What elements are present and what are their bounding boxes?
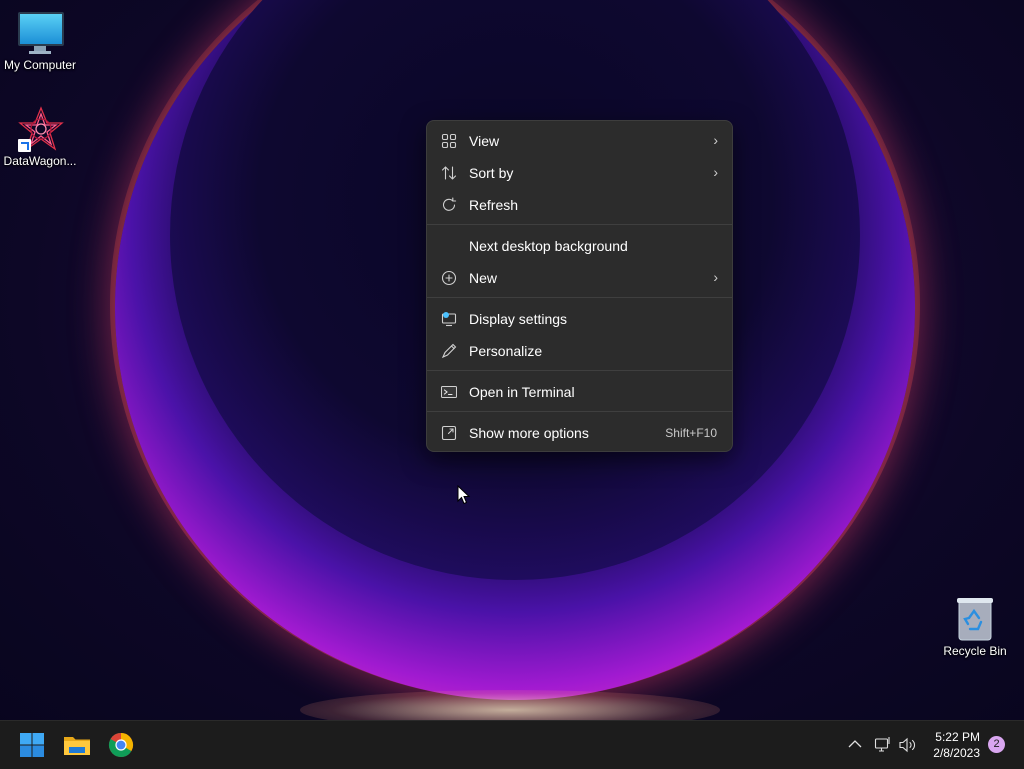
tray-volume[interactable]	[895, 721, 921, 769]
clock-date: 2/8/2023	[933, 746, 980, 760]
menu-item-new[interactable]: New ›	[431, 263, 728, 293]
folder-icon	[64, 737, 90, 755]
taskbar-start-button[interactable]	[16, 729, 48, 761]
menu-item-label: View	[469, 133, 500, 149]
pen-icon	[441, 343, 457, 359]
refresh-icon	[442, 197, 457, 211]
menu-item-label: Open in Terminal	[469, 384, 575, 400]
menu-item-next-desktop-background[interactable]: Next desktop background	[431, 231, 728, 261]
menu-item-show-more-options[interactable]: Show more options Shift+F10	[431, 418, 728, 448]
taskbar-clock[interactable]: 5:22 PM 2/8/2023	[933, 729, 980, 761]
chevron-right-icon: ›	[713, 164, 718, 180]
show-more-icon	[441, 425, 457, 441]
desktop-icon-my-computer[interactable]: My Computer	[0, 10, 80, 72]
taskbar-file-explorer[interactable]	[61, 729, 93, 761]
grid-icon	[441, 133, 457, 149]
mouse-cursor-icon	[457, 485, 471, 505]
tray-network[interactable]	[871, 721, 893, 769]
desktop-icon-label: Recycle Bin	[943, 644, 1007, 658]
desktop-icon-recycle-bin[interactable]: Recycle Bin	[935, 596, 1015, 658]
menu-item-label: New	[469, 270, 498, 286]
menu-item-open-in-terminal[interactable]: Open in Terminal	[431, 377, 728, 407]
chevron-right-icon: ›	[713, 132, 718, 148]
chrome-icon	[108, 733, 134, 758]
network-icon	[874, 737, 890, 752]
desktop-icon-label: DataWagon...	[3, 154, 77, 168]
menu-separator	[427, 370, 732, 371]
datawagon-app-icon	[18, 106, 64, 152]
menu-item-personalize[interactable]: Personalize	[431, 336, 728, 366]
clock-time: 5:22 PM	[935, 730, 980, 744]
wallpaper-horizon	[300, 690, 720, 720]
terminal-icon	[441, 386, 457, 398]
menu-item-label: Next desktop background	[469, 238, 628, 254]
plus-circle-icon	[441, 270, 457, 286]
menu-separator	[427, 224, 732, 225]
menu-item-sort-by[interactable]: Sort by ›	[431, 158, 728, 188]
menu-item-label: Refresh	[469, 197, 519, 213]
desktop-icon-label: My Computer	[3, 58, 77, 72]
taskbar-chrome[interactable]	[105, 729, 137, 761]
taskbar: 5:22 PM 2/8/2023 2	[0, 720, 1024, 769]
recycle-bin-icon	[953, 596, 997, 641]
desktop-context-menu: View › Sort by › Refresh Next desktop ba…	[426, 120, 733, 452]
menu-item-label: Display settings	[469, 311, 568, 327]
menu-item-refresh[interactable]: Refresh	[431, 190, 728, 220]
menu-item-label: Show more options	[469, 425, 589, 441]
tray-overflow-chevron[interactable]	[840, 721, 870, 769]
desktop-icon-datawagon[interactable]: DataWagon...	[0, 106, 80, 168]
menu-item-view[interactable]: View ›	[431, 126, 728, 156]
shortcut-arrow-icon	[18, 139, 31, 152]
chevron-up-icon	[848, 740, 862, 748]
menu-separator	[427, 411, 732, 412]
notification-badge[interactable]: 2	[988, 736, 1005, 753]
monitor-icon	[18, 10, 64, 54]
menu-separator	[427, 297, 732, 298]
menu-item-label: Personalize	[469, 343, 543, 359]
speaker-icon	[899, 737, 915, 753]
display-settings-icon	[441, 312, 457, 327]
keyboard-shortcut: Shift+F10	[665, 426, 717, 440]
sort-icon	[441, 166, 457, 180]
menu-item-label: Sort by	[469, 165, 514, 181]
chevron-right-icon: ›	[713, 269, 718, 285]
windows-start-icon	[20, 733, 44, 757]
menu-item-display-settings[interactable]: Display settings	[431, 304, 728, 334]
